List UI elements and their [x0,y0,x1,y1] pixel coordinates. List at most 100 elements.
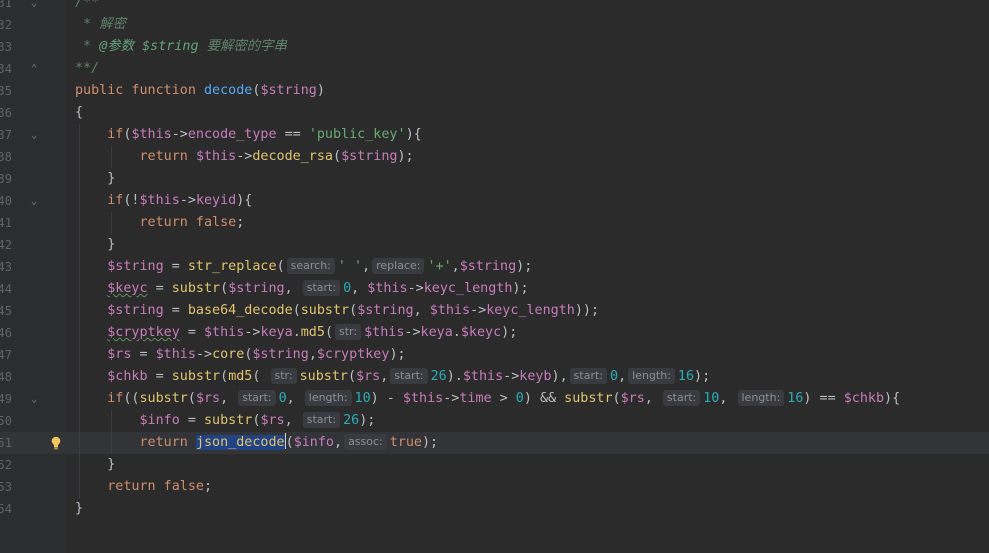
fold-chevron-icon[interactable]: ⌃ [28,58,40,80]
code-token: , [413,303,430,318]
code-text: } [75,234,115,256]
fold-chevron-icon[interactable]: ⌄ [28,388,40,410]
code-token: ( [349,303,358,318]
code-token: ( [252,369,269,384]
code-token: substr [204,413,253,428]
line-number[interactable]: 37 [0,124,12,146]
line-number[interactable]: 50 [0,410,12,432]
code-token: -> [407,281,424,296]
code-line[interactable]: 41 return false; [0,212,989,234]
parameter-hint: replace: [372,258,425,274]
fold-chevron-icon[interactable]: ⌄ [28,190,40,212]
line-number[interactable]: 54 [0,498,12,520]
line-number[interactable]: 36 [0,102,12,124]
code-line[interactable]: 44 $keyc = substr($string, start: 0, $thi… [0,278,989,300]
line-number[interactable]: 32 [0,14,12,36]
code-token: $rs [356,369,381,384]
line-number[interactable]: 34 [0,58,12,80]
code-line[interactable]: 46 $cryptkey = $this->keya.md5(str: $this… [0,322,989,344]
fold-chevron-icon[interactable]: ⌄ [28,0,40,14]
code-token: = [147,281,172,296]
code-text: $rs = $this->core($string,$cryptkey); [75,344,405,366]
code-token: = [131,347,156,362]
code-token: ); [516,259,533,274]
code-line[interactable]: 43 $string = str_replace(search: ' ', repl… [0,256,989,278]
code-token: **/ [75,61,100,76]
code-token: { [75,105,84,120]
line-number[interactable]: 48 [0,366,12,388]
code-line[interactable]: 34 ⌃ **/ [0,58,989,80]
code-line[interactable]: 53 return false; [0,476,989,498]
code-line[interactable]: 36 { [0,102,989,124]
fold-chevron-icon[interactable]: ⌄ [28,124,40,146]
parameter-hint: str: [335,324,362,340]
code-token: $this [462,369,504,384]
line-number[interactable]: 44 [0,278,12,300]
code-text: /** [75,0,99,14]
code-line[interactable]: 39 } [0,168,989,190]
code-token: '+' [427,259,452,274]
code-token: $info [293,435,334,450]
code-token: return [139,149,196,164]
line-number[interactable]: 35 [0,80,12,102]
code-token: ( [292,303,301,318]
line-number[interactable]: 52 [0,454,12,476]
lightbulb-icon[interactable] [50,436,62,450]
code-token: , [451,259,460,274]
parameter-hint: start: [390,368,428,384]
code-token: 0 [610,369,619,384]
line-number[interactable]: 42 [0,234,12,256]
code-line[interactable]: 45 $string = base64_decode(substr($strin… [0,300,989,322]
code-line[interactable]: 52 } [0,454,989,476]
code-line[interactable]: 32 * 解密 [0,14,989,36]
code-token: -> [179,193,196,208]
code-token: , [284,281,301,296]
line-number[interactable]: 38 [0,146,12,168]
code-line[interactable]: 40 ⌄ if(!$this->keyid){ [0,190,989,212]
line-number[interactable]: 39 [0,168,12,190]
line-number[interactable]: 41 [0,212,12,234]
code-token: ( [285,435,294,450]
code-text: { [75,102,83,124]
code-line[interactable]: 50 $info = substr($rs, start: 26); [0,410,989,432]
line-number[interactable]: 43 [0,256,12,278]
code-token: )); [574,303,600,318]
code-token: keya [260,325,293,340]
line-number[interactable]: 51 [0,432,12,454]
code-editor[interactable]: 31 ⌄ /** 32 * 解密 33 * @参数 $string 要解密的字串 34 ⌃ *… [0,0,989,553]
line-number[interactable]: 46 [0,322,12,344]
line-number[interactable]: 40 [0,190,12,212]
code-line[interactable]: 31 ⌄ /** [0,0,989,14]
code-token: $this [367,281,408,296]
code-token: = [147,369,172,384]
code-token: -> [236,149,253,164]
code-line[interactable]: 35 public function decode($string) [0,80,989,102]
code-line[interactable]: 42 } [0,234,989,256]
code-line[interactable]: 38 return $this->decode_rsa($string); [0,146,989,168]
code-line[interactable]: 47 $rs = $this->core($string,$cryptkey); [0,344,989,366]
code-token: ); [359,413,376,428]
code-line[interactable]: 48 $chkb = substr(md5( str: substr($rs, st… [0,366,989,388]
parameter-hint: assoc: [344,434,387,450]
line-number[interactable]: 31 [0,0,12,14]
line-number[interactable]: 33 [0,36,12,58]
code-token: -> [503,369,520,384]
line-number[interactable]: 49 [0,388,12,410]
code-token: $this [429,303,471,318]
code-line[interactable]: 51 return json_decode($info, assoc: true); [0,432,989,454]
line-number[interactable]: 47 [0,344,12,366]
code-line[interactable]: 49 ⌄ if((substr($rs, start: 0, length: 10) … [0,388,989,410]
parameter-hint: start: [662,390,701,406]
code-text: $chkb = substr(md5( str: substr($rs, start… [75,366,710,388]
code-token: $string [252,347,309,362]
code-token: true [389,435,422,450]
line-number[interactable]: 53 [0,476,12,498]
code-line[interactable]: 33 * @参数 $string 要解密的字串 [0,36,989,58]
code-line[interactable]: 54} [0,498,989,520]
code-text: $keyc = substr($string, start: 0, $this->… [75,278,529,300]
code-token: * [75,39,100,54]
parameter-hint: start: [302,280,341,296]
code-token: decode_rsa [252,149,333,164]
code-line[interactable]: 37 ⌄ if($this->encode_type == 'public_key… [0,124,989,146]
line-number[interactable]: 45 [0,300,12,322]
